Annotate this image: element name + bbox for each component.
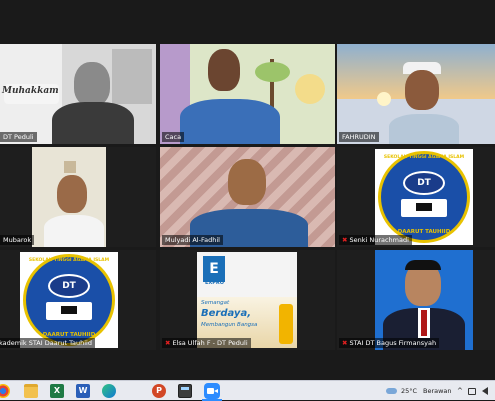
participant-name: ✖ Senki Nurachmadi bbox=[339, 235, 412, 245]
participant-name: Mulyadi Al-Fadhil bbox=[162, 235, 223, 245]
excel-icon[interactable]: X bbox=[50, 384, 64, 398]
video-gallery: Muhakkam DT Peduli Caca FAHRUDIN Mubarok bbox=[0, 14, 495, 380]
participant-tile[interactable]: Mubarok bbox=[0, 147, 156, 247]
file-explorer-icon[interactable] bbox=[24, 384, 38, 398]
chrome-icon[interactable] bbox=[0, 384, 10, 398]
volume-icon[interactable] bbox=[482, 381, 488, 401]
participant-name: Caca bbox=[162, 132, 185, 142]
word-icon[interactable]: W bbox=[76, 384, 90, 398]
participant-name: DT Peduli bbox=[0, 132, 37, 142]
calculator-icon[interactable] bbox=[178, 384, 192, 398]
participant-face bbox=[208, 49, 240, 91]
participant-tile[interactable]: DT SEKOLAH TINGGI AGAMA ISLAM DAARUT TAU… bbox=[0, 250, 156, 350]
mic-muted-icon: ✖ bbox=[165, 339, 171, 347]
zoom-top-bar bbox=[0, 0, 495, 14]
weather-condition[interactable]: Berawan bbox=[423, 381, 452, 401]
participant-tile[interactable]: ✖ STAI DT Bagus Firmansyah bbox=[337, 250, 495, 350]
stai-dt-logo: DT SEKOLAH TINGGI AGAMA ISLAM DAARUT TAU… bbox=[20, 252, 118, 348]
participant-tile[interactable]: Muhakkam DT Peduli bbox=[0, 44, 156, 144]
mic-muted-icon: ✖ bbox=[342, 339, 348, 347]
participant-tile[interactable]: E EXPRO Semangat Berdaya, Membangun Bang… bbox=[160, 250, 335, 350]
network-icon[interactable] bbox=[468, 381, 476, 401]
participant-tile[interactable]: Caca bbox=[160, 44, 335, 144]
participant-face bbox=[74, 62, 110, 106]
expro-poster: E EXPRO Semangat Berdaya, Membangun Bang… bbox=[197, 252, 297, 348]
cloud-icon[interactable] bbox=[386, 381, 398, 401]
edge-icon[interactable] bbox=[102, 384, 116, 398]
participant-face bbox=[57, 175, 87, 213]
weather-temperature[interactable]: 25°C bbox=[401, 381, 417, 401]
zoom-icon[interactable] bbox=[204, 383, 220, 399]
mic-muted-icon: ✖ bbox=[342, 236, 348, 244]
participant-tile[interactable]: DT SEKOLAH TINGGI AGAMA ISLAM DAARUT TAU… bbox=[337, 147, 495, 247]
participant-face bbox=[405, 70, 439, 110]
powerpoint-icon[interactable]: P bbox=[152, 384, 166, 398]
chevron-up-icon[interactable]: ^ bbox=[457, 381, 463, 401]
participant-face bbox=[228, 159, 266, 205]
participant-name: ✖ STAI DT Bagus Firmansyah bbox=[339, 338, 440, 348]
participant-name: akademik STAI Daarut Tauhiid bbox=[0, 338, 95, 348]
participant-name: FAHRUDIN bbox=[339, 132, 379, 142]
windows-taskbar: X W P 25°C Berawan ^ bbox=[0, 380, 495, 401]
participant-name: Mubarok bbox=[0, 235, 35, 245]
participant-name: ✖ Elsa Ulfah F - DT Peduli bbox=[162, 338, 251, 348]
participant-tile[interactable]: Mulyadi Al-Fadhil bbox=[160, 147, 335, 247]
participant-tile-active-speaker[interactable]: FAHRUDIN bbox=[337, 44, 495, 144]
stai-dt-logo: DT SEKOLAH TINGGI AGAMA ISLAM DAARUT TAU… bbox=[375, 149, 473, 245]
